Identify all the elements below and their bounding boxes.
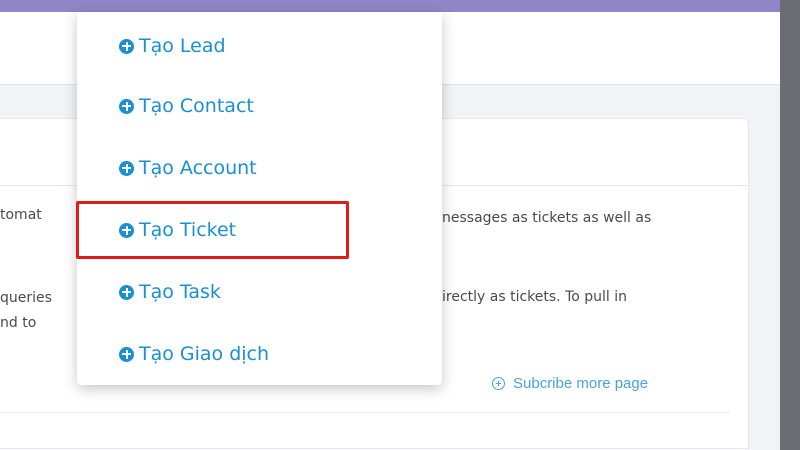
body-text-fragment: nd to [0,315,37,331]
plus-circle-icon [119,98,134,114]
menu-item-label: Tạo Account [139,157,257,179]
section-divider [0,448,748,449]
section-divider [0,412,730,413]
plus-circle-icon [119,38,134,54]
menu-item-create-account[interactable]: Tạo Account [77,140,442,196]
create-dropdown-menu: Tạo Lead Tạo Contact Tạo Account Tạo Tic… [77,12,442,385]
body-text-fragment: irectly as tickets. To pull in [442,289,628,305]
menu-item-create-task[interactable]: Tạo Task [77,264,442,320]
top-bar [0,0,780,12]
menu-item-label: Tạo Contact [139,95,254,117]
plus-circle-icon [119,284,134,300]
menu-item-label: Tạo Ticket [139,219,237,241]
body-text-fragment: tomat [0,207,42,223]
menu-item-create-lead[interactable]: Tạo Lead [77,18,442,74]
plus-circle-icon [119,160,134,176]
menu-item-create-ticket[interactable]: Tạo Ticket [77,202,442,258]
menu-item-label: Tạo Task [139,281,221,303]
subscribe-label: Subcribe more page [513,374,649,392]
plus-circle-icon [119,346,134,362]
plus-circle-icon [119,222,134,238]
menu-item-label: Tạo Lead [139,35,226,57]
menu-item-label: Tạo Giao dịch [139,343,270,365]
body-text-fragment: nessages as tickets as well as [442,210,652,226]
menu-item-create-contact[interactable]: Tạo Contact [77,78,442,134]
menu-item-create-deal[interactable]: Tạo Giao dịch [77,326,442,382]
body-text-fragment: queries [0,290,52,306]
circle-plus-icon [492,376,505,390]
subscribe-more-page-link[interactable]: Subcribe more page [492,372,648,394]
